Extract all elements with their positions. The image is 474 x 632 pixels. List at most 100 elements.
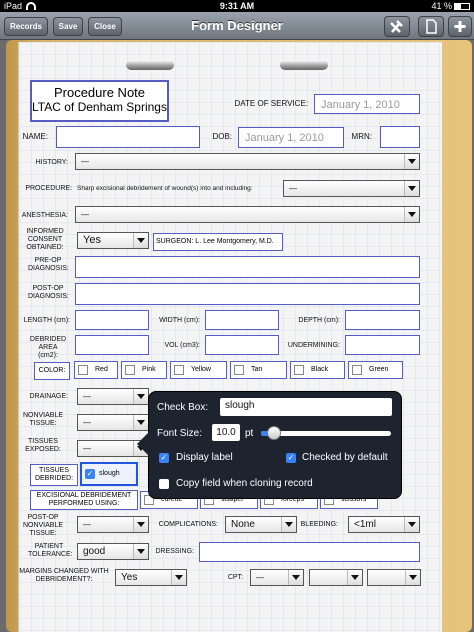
color-green-checkbox[interactable]: Green (348, 361, 403, 379)
chevron-down-icon (281, 517, 296, 532)
chevron-down-icon (404, 517, 419, 532)
chevron-down-icon (404, 181, 419, 196)
surgeon-label: SURGEON: (156, 238, 194, 245)
date-of-service-field[interactable]: January 1, 2010 (314, 94, 420, 114)
chevron-down-icon (405, 570, 420, 585)
checked-default-checkbox[interactable]: ✓ (286, 453, 296, 463)
tissues-exposed-label: TISSUES EXPOSED: (25, 438, 61, 453)
status-bar: iPad 9:31 AM 41 % (0, 0, 474, 12)
dressing-field[interactable] (199, 542, 420, 562)
color-tan-checkbox[interactable]: Tan (230, 361, 287, 379)
copy-field-text: Copy field when cloning record (176, 478, 313, 489)
checked-default-text: Checked by default (302, 452, 388, 463)
depth-label: DEPTH (cm): (298, 317, 340, 324)
chevron-down-icon (133, 415, 148, 430)
slough-checkbox[interactable]: ✓ slough (80, 462, 138, 486)
vol-field[interactable] (205, 335, 279, 355)
display-label-checkbox[interactable]: ✓ (159, 453, 169, 463)
font-size-input[interactable]: 10.0 (212, 424, 240, 441)
form-title-box: Procedure Note LTAC of Denham Springs (30, 80, 169, 122)
history-dropdown[interactable]: — (75, 153, 420, 170)
tolerance-label: PATIENT TOLERANCE: (28, 543, 73, 558)
font-size-label: Font Size: (157, 428, 203, 439)
binder-ring-left (126, 60, 174, 70)
name-field[interactable] (56, 126, 200, 148)
postop-nonviable-dropdown[interactable]: — (77, 516, 149, 533)
history-label: HISTORY: (35, 159, 68, 166)
consent-dropdown[interactable]: Yes (77, 232, 149, 249)
preop-label: PRE-OP DIAGNOSIS: (28, 257, 69, 272)
procedure-label: PROCEDURE: (25, 185, 72, 192)
length-field[interactable] (75, 310, 149, 330)
postop-field[interactable] (75, 283, 420, 305)
length-label: LENGTH (cm): (23, 317, 70, 324)
bleeding-label: BLEEDING: (300, 521, 338, 528)
font-size-slider[interactable] (261, 426, 391, 440)
surgeon-box: SURGEON: L. Lee Montgomery, M.D. (153, 233, 283, 251)
preop-field[interactable] (75, 256, 420, 278)
complications-label: COMPLICATIONS: (158, 521, 218, 528)
tools-icon (390, 20, 403, 33)
add-button[interactable] (448, 16, 472, 37)
color-yellow-checkbox[interactable]: Yellow (170, 361, 227, 379)
drainage-dropdown[interactable]: — (77, 388, 149, 405)
bleeding-dropdown[interactable]: <1ml (348, 516, 420, 533)
dob-label: DOB: (212, 132, 232, 141)
page-icon (426, 19, 437, 34)
chevron-down-icon (133, 389, 148, 404)
color-label: COLOR: (34, 362, 70, 380)
chevron-down-icon (404, 207, 419, 222)
slider-thumb[interactable] (267, 426, 281, 440)
complications-dropdown[interactable]: None (225, 516, 297, 533)
anesthesia-label: ANESTHESIA: (21, 212, 68, 219)
chevron-down-icon (171, 570, 186, 585)
cpt-dropdown-2[interactable] (309, 569, 363, 586)
chevron-down-icon (133, 517, 148, 532)
battery-icon (454, 3, 470, 10)
color-pink-checkbox[interactable]: Pink (121, 361, 167, 379)
chevron-down-icon (288, 570, 303, 585)
excisional-label: EXCISIONAL DEBRIDEMENT PERFORMED USING: (30, 490, 138, 510)
margins-label: MARGINS CHANGED WITH DEBRIDEMENT?: (19, 568, 109, 583)
page-button[interactable] (418, 16, 444, 37)
name-label: NAME: (22, 132, 48, 141)
cpt-dropdown-3[interactable] (367, 569, 421, 586)
plus-icon (454, 21, 466, 32)
chevron-down-icon (404, 154, 419, 169)
tools-button[interactable] (384, 16, 410, 37)
mrn-label: MRN: (351, 132, 372, 141)
postop-label: POST-OP DIAGNOSIS: (28, 285, 69, 300)
color-red-checkbox[interactable]: Red (74, 361, 118, 379)
date-of-service-label: DATE OF SERVICE: (234, 99, 309, 108)
width-label: WIDTH (cm): (159, 317, 200, 324)
surgeon-value: L. Lee Montgomery, M.D. (195, 238, 274, 245)
depth-field[interactable] (345, 310, 420, 330)
chevron-down-icon (133, 544, 148, 559)
mrn-field[interactable] (380, 126, 420, 148)
tolerance-dropdown[interactable]: good (77, 543, 149, 560)
cpt-dropdown-1[interactable]: — (250, 569, 304, 586)
anesthesia-dropdown[interactable]: — (75, 206, 420, 223)
checkbox-name-input[interactable]: slough (220, 398, 392, 416)
chevron-down-icon (347, 570, 362, 585)
postop-nonviable-label: POST-OP NONVIABLE TISSUE: (22, 514, 64, 537)
width-field[interactable] (205, 310, 279, 330)
tissues-debrided-label: TISSUES DEBRIDED: (30, 464, 78, 486)
debrided-area-field[interactable] (75, 335, 149, 355)
copy-field-checkbox[interactable] (159, 479, 169, 489)
undermining-label: UNDERMINING: (287, 342, 340, 349)
nonviable-dropdown[interactable]: — (77, 414, 149, 431)
check-icon: ✓ (85, 469, 95, 479)
undermining-field[interactable] (345, 335, 420, 355)
dob-field[interactable]: January 1, 2010 (238, 127, 344, 148)
field-properties-popover: Check Box: slough Font Size: 10.0 pt ✓ D… (137, 391, 402, 499)
cpt-label: CPT: (227, 574, 243, 581)
margins-dropdown[interactable]: Yes (115, 569, 187, 586)
chevron-down-icon (133, 233, 148, 248)
procedure-dropdown[interactable]: — (283, 180, 420, 197)
clock: 9:31 AM (219, 1, 255, 11)
drainage-label: DRAINAGE: (29, 393, 68, 400)
font-unit-label: pt (245, 428, 254, 439)
color-black-checkbox[interactable]: Black (290, 361, 345, 379)
nav-bar: Records Save Close Form Designer (0, 12, 474, 40)
